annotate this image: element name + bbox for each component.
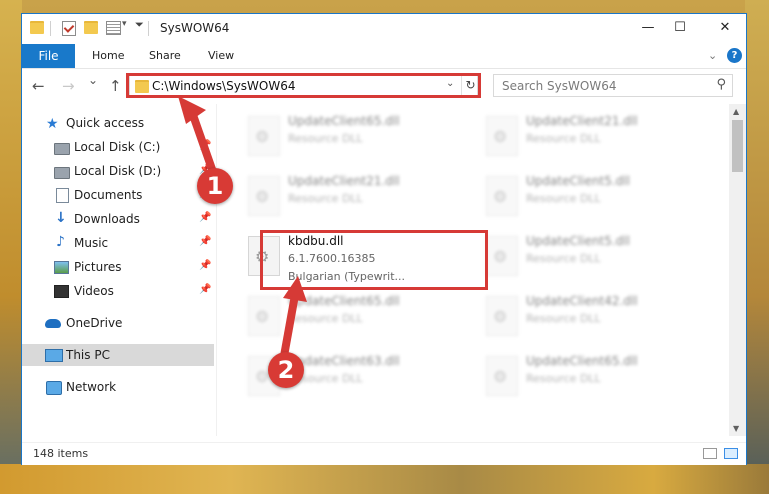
step-1-badge: 1 <box>197 168 233 204</box>
arrow-1-shaft <box>189 113 217 174</box>
step-2-badge: 2 <box>268 352 304 388</box>
annotation-arrows <box>178 96 307 357</box>
arrow-2-head <box>283 276 307 302</box>
arrow-2-shaft <box>280 294 299 357</box>
